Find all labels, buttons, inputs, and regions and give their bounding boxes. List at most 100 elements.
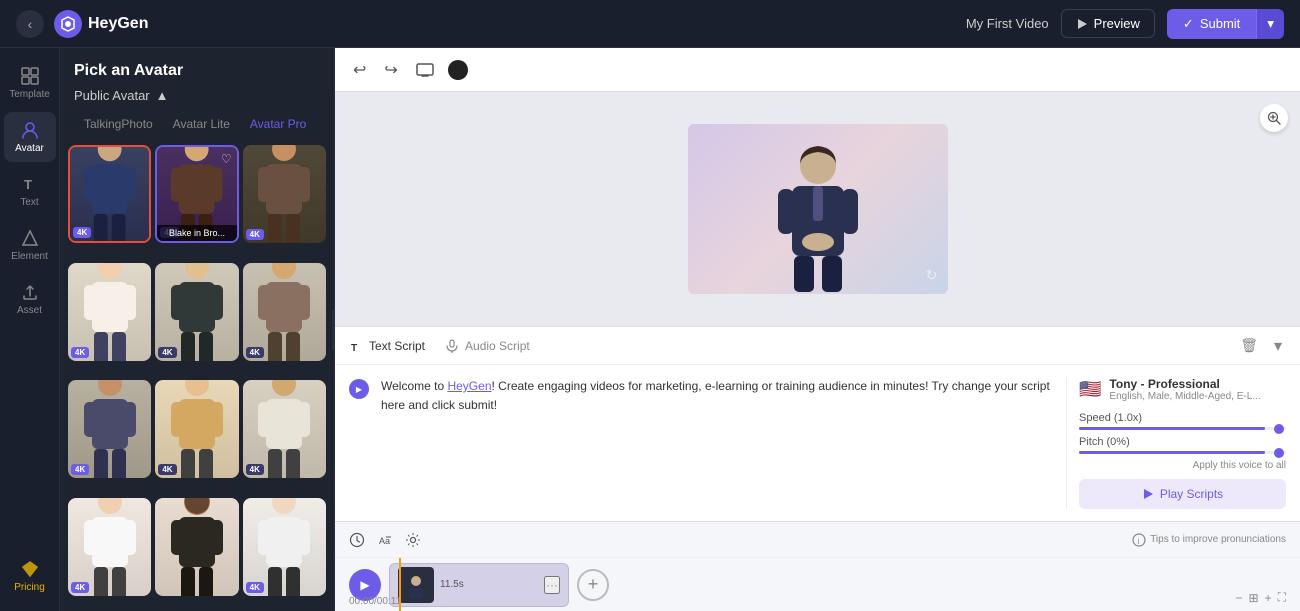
- tab-talking-photo[interactable]: TalkingPhoto: [74, 113, 163, 135]
- flag-icon: 🇺🇸: [1079, 379, 1101, 400]
- sidebar-item-pricing[interactable]: Pricing: [4, 551, 56, 601]
- avatar-badge-4k-10: 4K: [71, 582, 89, 593]
- sidebar-label-pricing: Pricing: [14, 582, 45, 593]
- script-text-content[interactable]: Welcome to HeyGen! Create engaging video…: [381, 377, 1054, 415]
- tab-avatar-pro[interactable]: Avatar Pro: [240, 113, 316, 135]
- avatar-panel-title: Pick an Avatar: [60, 48, 334, 88]
- header-right: My First Video Preview ✓ Submit ▾: [966, 9, 1284, 39]
- apply-voice-text[interactable]: Apply this voice to all: [1079, 460, 1286, 471]
- avatar-card-9[interactable]: 4K: [243, 380, 326, 478]
- voice-info: 🇺🇸 Tony - Professional English, Male, Mi…: [1079, 377, 1286, 402]
- tab-text-script[interactable]: T Text Script: [349, 339, 425, 353]
- avatar-card-8[interactable]: 4K: [155, 380, 238, 478]
- speed-slider[interactable]: [1079, 427, 1286, 430]
- timeline-history-button[interactable]: [349, 532, 365, 548]
- avatar-card-7[interactable]: 4K: [68, 380, 151, 478]
- play-script-small-button[interactable]: ▶: [349, 379, 369, 399]
- canvas-preview: ↻: [335, 92, 1300, 326]
- video-title: My First Video: [966, 16, 1049, 31]
- pitch-label: Pitch (0%): [1079, 436, 1286, 448]
- avatar-card-4[interactable]: 4K: [68, 263, 151, 361]
- collapse-script-button[interactable]: ▾: [1270, 332, 1286, 360]
- text-icon: T: [20, 174, 40, 194]
- avatar-figure-12: [244, 498, 324, 596]
- zoom-button[interactable]: [1260, 104, 1288, 132]
- sidebar-item-text[interactable]: T Text: [4, 166, 56, 216]
- delete-script-button[interactable]: 🗑: [1236, 332, 1262, 360]
- sidebar-label-text: Text: [20, 197, 38, 208]
- timeline-zoom-in-button[interactable]: +: [1265, 590, 1272, 605]
- avatar-badge-4k-7: 4K: [71, 464, 89, 475]
- avatar-badge-4k-5: 4K: [158, 347, 176, 358]
- logo-icon: [54, 10, 82, 38]
- timeline-settings-button[interactable]: [405, 532, 421, 548]
- sidebar-item-element[interactable]: Element: [4, 220, 56, 270]
- script-area: T Text Script Audio Script 🗑 ▾: [335, 326, 1300, 521]
- timeline-zoom-out-button[interactable]: −: [1236, 590, 1243, 605]
- voice-name: Tony - Professional: [1109, 377, 1260, 391]
- timeline-indicator: [399, 558, 401, 611]
- avatar-card-5[interactable]: 4K: [155, 263, 238, 361]
- avatar-figure-6: [244, 263, 324, 361]
- avatar-badge-4k-3: 4K: [246, 229, 264, 240]
- redo-button[interactable]: ↪: [380, 56, 401, 84]
- avatar-label-blake: Blake in Bro...: [157, 225, 236, 241]
- play-scripts-button[interactable]: Play Scripts: [1079, 479, 1286, 509]
- add-clip-button[interactable]: +: [577, 569, 609, 601]
- avatar-card-11[interactable]: [155, 498, 238, 596]
- clip-thumbnail: [398, 567, 434, 603]
- avatar-card-6[interactable]: 4K: [243, 263, 326, 361]
- avatar-card-3[interactable]: 4K: [243, 145, 326, 243]
- timeline-clip-1[interactable]: 11.5s ···: [389, 563, 569, 607]
- avatar-badge-4k-9: 4K: [246, 464, 264, 475]
- timeline-time: 00:00/00:11: [349, 596, 401, 607]
- timeline-fullscreen-button[interactable]: ⛶: [1278, 590, 1286, 605]
- avatar-figure-10: [70, 498, 150, 596]
- app-header: ‹ HeyGen My First Video Preview ✓ Submit…: [0, 0, 1300, 48]
- svg-text:T: T: [351, 343, 357, 353]
- avatar-card-12[interactable]: 4K: [243, 498, 326, 596]
- submit-button[interactable]: ✓ Submit: [1167, 9, 1256, 39]
- pitch-slider[interactable]: [1079, 451, 1286, 454]
- svg-text:T: T: [24, 177, 32, 192]
- chevron-up-icon: ▲: [156, 88, 169, 103]
- sidebar-item-asset[interactable]: Asset: [4, 274, 56, 324]
- header-left: ‹ HeyGen: [16, 10, 148, 38]
- timeline-fit-button[interactable]: ⊞: [1249, 590, 1259, 605]
- submit-dropdown-button[interactable]: ▾: [1256, 9, 1284, 39]
- right-panel: ↩ ↪: [335, 48, 1300, 611]
- avatar-tabs: TalkingPhoto Avatar Lite Avatar Pro: [60, 113, 334, 145]
- avatar-card-10[interactable]: 4K: [68, 498, 151, 596]
- sidebar-label-element: Element: [11, 251, 48, 262]
- info-icon: i: [1132, 533, 1146, 547]
- asset-icon: [20, 282, 40, 302]
- back-button[interactable]: ‹: [16, 10, 44, 38]
- speed-control: Speed (1.0x): [1079, 412, 1286, 430]
- monitor-button[interactable]: [412, 59, 438, 81]
- public-avatar-toggle[interactable]: Public Avatar ▲: [60, 88, 334, 113]
- preview-button[interactable]: Preview: [1061, 9, 1155, 38]
- heygen-link[interactable]: HeyGen: [447, 379, 491, 393]
- color-picker[interactable]: [448, 60, 468, 80]
- logo-text: HeyGen: [88, 15, 148, 33]
- voice-description: English, Male, Middle-Aged, E-L...: [1109, 391, 1260, 402]
- canvas-toolbar: ↩ ↪: [335, 48, 1300, 92]
- sidebar-item-avatar[interactable]: Avatar: [4, 112, 56, 162]
- tab-audio-script[interactable]: Audio Script: [445, 339, 530, 353]
- rotate-icon[interactable]: ↻: [926, 267, 938, 284]
- avatar-card-1[interactable]: 4K: [68, 145, 151, 243]
- sidebar: Template Avatar T Text Element: [0, 48, 60, 611]
- timeline-translate-button[interactable]: Aa: [377, 532, 393, 548]
- undo-button[interactable]: ↩: [349, 56, 370, 84]
- sidebar-item-template[interactable]: Template: [4, 58, 56, 108]
- clip-more-button[interactable]: ···: [544, 576, 560, 594]
- tab-avatar-lite[interactable]: Avatar Lite: [163, 113, 240, 135]
- avatar-card-2[interactable]: 4K Blake in Bro... ♡: [155, 145, 238, 243]
- avatar-figure-4: [70, 263, 150, 361]
- heart-icon-2[interactable]: ♡: [221, 152, 232, 166]
- avatar-badge-4k-4: 4K: [71, 347, 89, 358]
- logo: HeyGen: [54, 10, 148, 38]
- avatar-panel: Pick an Avatar Public Avatar ▲ TalkingPh…: [60, 48, 335, 611]
- element-icon: [20, 228, 40, 248]
- pitch-control: Pitch (0%): [1079, 436, 1286, 454]
